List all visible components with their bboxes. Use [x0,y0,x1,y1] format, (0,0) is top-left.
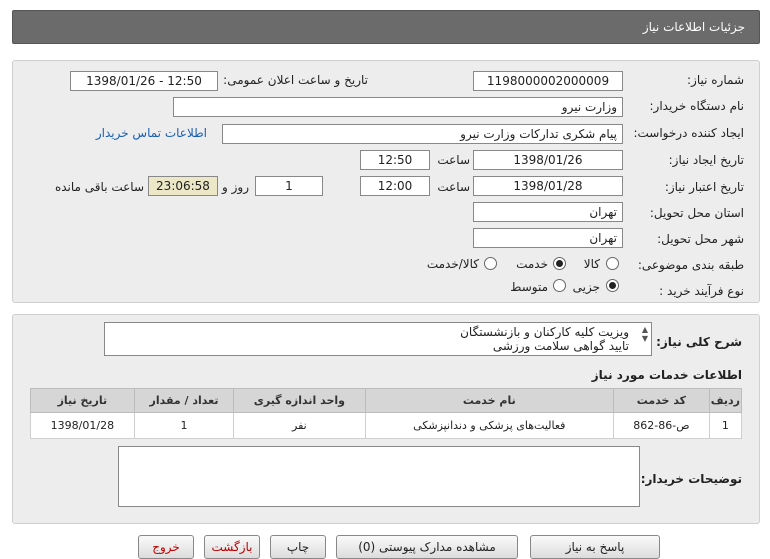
validity-time-label: ساعت [437,180,470,194]
process-medium-label: متوسط [510,280,548,294]
buyer-org-field: وزارت نیرو [173,97,623,117]
col-unit: واحد اندازه گیری [233,388,366,413]
cell-qty: 1 [133,412,235,439]
remaining-time-field: 23:06:58 [148,176,218,196]
city-field: تهران [473,228,623,248]
city-label: شهر محل تحویل: [657,232,744,246]
validity-time-field: 12:00 [360,176,430,196]
category-service-label: خدمت [516,257,548,271]
province-label: استان محل تحویل: [649,206,744,220]
announce-label: تاریخ و ساعت اعلان عمومی: [223,73,368,87]
cell-name: فعالیت‌های پزشکی و دندانپزشکی [364,412,615,439]
exit-button[interactable]: خروج [138,535,194,559]
page-title: جزئیات اطلاعات نیاز [642,20,745,34]
scroll-arrows-icon[interactable]: ▲ ▼ [642,325,648,343]
category-goods-radio[interactable] [606,257,619,270]
back-button[interactable]: بازگشت [204,535,260,559]
col-code: کد خدمت [613,388,710,413]
reply-button[interactable]: پاسخ به نیاز [530,535,660,559]
page-header: جزئیات اطلاعات نیاز [12,10,760,44]
category-goods-label: کالا [583,257,600,271]
category-service-radio[interactable] [553,257,566,270]
province-field: تهران [473,202,623,222]
services-table: ردیف کد خدمت نام خدمت واحد اندازه گیری ت… [30,388,743,439]
buyer-notes-label: توضیحات خریدار: [640,472,742,486]
col-date: تاریخ نیاز [30,388,135,413]
remaining-label: ساعت باقی مانده [54,180,144,194]
announce-field: 1398/01/26 - 12:50 [70,71,218,91]
validity-date-field: 1398/01/28 [473,176,623,196]
requester-label: ایجاد کننده درخواست: [633,126,744,140]
summary-label: شرح کلی نیاز: [656,335,742,349]
category-goods-service-label: کالا/خدمت [426,257,479,271]
print-button[interactable]: چاپ [270,535,326,559]
cell-code: ص-86-862 [613,412,710,439]
cell-unit: نفر [233,412,366,439]
buyer-notes-field [118,446,640,507]
create-date-field: 1398/01/26 [473,150,623,170]
process-medium-radio[interactable] [553,279,566,292]
view-attachments-button[interactable]: مشاهده مدارک پیوستی (0) [336,535,518,559]
days-remaining-field: 1 [255,176,323,196]
requester-field: پیام شکری تدارکات وزارت نیرو [222,124,623,144]
category-goods-service-radio[interactable] [484,257,497,270]
process-minor-radio[interactable] [606,279,619,292]
need-number-field: 1198000002000009 [473,71,623,91]
services-title: اطلاعات خدمات مورد نیاز [591,368,742,382]
col-row: ردیف [708,388,743,413]
cell-date: 1398/01/28 [30,412,135,439]
col-name: نام خدمت [364,388,615,413]
table-row: 1 ص-86-862 فعالیت‌های پزشکی و دندانپزشکی… [30,412,743,439]
col-qty: تعداد / مقدار [133,388,235,413]
process-label: نوع فرآیند خرید : [659,284,744,298]
summary-line-1: ویزیت کلیه کارکنان و بازنشستگان [460,325,629,339]
validity-label: تاریخ اعتبار نیاز: [664,180,744,194]
buyer-contact-link[interactable]: اطلاعات تماس خریدار [96,126,207,140]
process-minor-label: جزیی [572,280,600,294]
create-date-label: تاریخ ایجاد نیاز: [668,153,744,167]
need-number-label: شماره نیاز: [687,73,744,87]
cell-row: 1 [708,412,743,439]
days-label: روز و [222,180,249,194]
create-time-field: 12:50 [360,150,430,170]
summary-line-2: تایید گواهی سلامت ورزشی [492,339,629,353]
create-time-label: ساعت [437,153,470,167]
summary-textarea[interactable]: ویزیت کلیه کارکنان و بازنشستگان تایید گو… [104,322,652,356]
category-label: طبقه بندی موضوعی: [637,258,744,272]
buyer-org-label: نام دستگاه خریدار: [649,99,745,113]
